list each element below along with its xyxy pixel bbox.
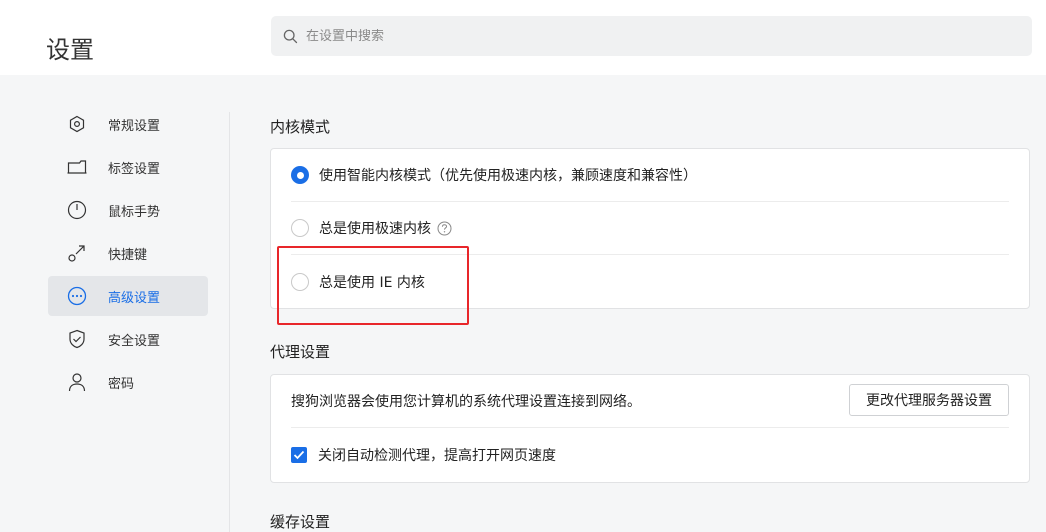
tab-icon bbox=[67, 157, 87, 177]
sidebar-item-advanced[interactable]: 高级设置 bbox=[48, 276, 208, 316]
change-proxy-button[interactable]: 更改代理服务器设置 bbox=[849, 384, 1009, 416]
proxy-checkbox-row[interactable]: 关闭自动检测代理，提高打开网页速度 bbox=[291, 428, 1009, 482]
sidebar: 常规设置 标签设置 鼠标手势 快捷键 高级设置 安全设置 密码 bbox=[48, 104, 208, 405]
proxy-description-row: 搜狗浏览器会使用您计算机的系统代理设置连接到网络。 更改代理服务器设置 bbox=[291, 375, 1009, 428]
sidebar-item-label: 鼠标手势 bbox=[108, 204, 161, 220]
more-circle-icon bbox=[67, 286, 87, 306]
header: 设置 bbox=[0, 0, 1046, 75]
hexagon-icon bbox=[67, 114, 87, 134]
search-input[interactable] bbox=[306, 28, 1032, 44]
sidebar-item-general[interactable]: 常规设置 bbox=[48, 104, 208, 144]
kernel-option-smart[interactable]: 使用智能内核模式（优先使用极速内核，兼顾速度和兼容性） bbox=[291, 149, 1009, 202]
sidebar-item-label: 密码 bbox=[108, 376, 135, 392]
kernel-option-ie[interactable]: 总是使用 IE 内核 bbox=[291, 255, 1009, 308]
kernel-option-fast[interactable]: 总是使用极速内核 bbox=[291, 202, 1009, 255]
sidebar-item-shortcuts[interactable]: 快捷键 bbox=[48, 233, 208, 273]
sidebar-item-label: 标签设置 bbox=[108, 161, 161, 177]
help-icon[interactable] bbox=[437, 221, 452, 236]
mouse-icon bbox=[67, 200, 87, 220]
checkbox-label: 关闭自动检测代理，提高打开网页速度 bbox=[318, 448, 556, 464]
radio-unselected[interactable] bbox=[291, 219, 309, 237]
page-title: 设置 bbox=[46, 36, 94, 64]
sidebar-item-security[interactable]: 安全设置 bbox=[48, 319, 208, 359]
sidebar-item-label: 常规设置 bbox=[108, 118, 161, 134]
cache-section-title: 缓存设置 bbox=[270, 513, 331, 531]
option-label: 使用智能内核模式（优先使用极速内核，兼顾速度和兼容性） bbox=[319, 168, 697, 184]
user-icon bbox=[67, 372, 87, 392]
sidebar-item-label: 高级设置 bbox=[108, 290, 161, 306]
sidebar-item-label: 快捷键 bbox=[108, 247, 148, 263]
sidebar-item-password[interactable]: 密码 bbox=[48, 362, 208, 402]
sidebar-item-tabs[interactable]: 标签设置 bbox=[48, 147, 208, 187]
checkmark-icon bbox=[293, 450, 305, 460]
option-label: 总是使用极速内核 bbox=[319, 221, 431, 237]
sidebar-item-mouse-gestures[interactable]: 鼠标手势 bbox=[48, 190, 208, 230]
proxy-description: 搜狗浏览器会使用您计算机的系统代理设置连接到网络。 bbox=[291, 394, 641, 410]
sidebar-item-label: 安全设置 bbox=[108, 333, 161, 349]
proxy-card: 搜狗浏览器会使用您计算机的系统代理设置连接到网络。 更改代理服务器设置 关闭自动… bbox=[270, 374, 1030, 483]
kernel-section-title: 内核模式 bbox=[270, 118, 331, 136]
shield-icon bbox=[67, 329, 87, 349]
option-label: 总是使用 IE 内核 bbox=[319, 274, 425, 291]
shortcut-icon bbox=[67, 243, 87, 263]
proxy-section-title: 代理设置 bbox=[270, 343, 331, 361]
radio-unselected[interactable] bbox=[291, 272, 309, 291]
search-box[interactable] bbox=[271, 16, 1032, 56]
kernel-card: 使用智能内核模式（优先使用极速内核，兼顾速度和兼容性） 总是使用极速内核 总是使… bbox=[270, 148, 1030, 309]
sidebar-divider bbox=[229, 112, 230, 532]
search-icon bbox=[283, 29, 298, 43]
radio-selected[interactable] bbox=[291, 166, 309, 184]
checkbox-checked[interactable] bbox=[291, 447, 307, 463]
